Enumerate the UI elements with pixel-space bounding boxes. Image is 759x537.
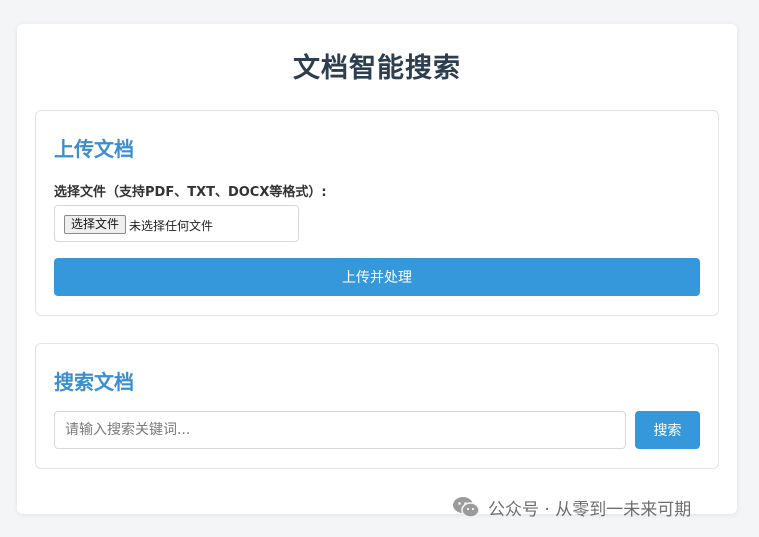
file-input[interactable]: 选择文件 未选择任何文件 [54, 205, 299, 242]
watermark-text: 公众号 · 从零到一未来可期 [488, 499, 692, 520]
page-title: 文档智能搜索 [293, 53, 461, 84]
file-label: 选择文件（支持PDF、TXT、DOCX等格式）: [54, 185, 327, 200]
upload-section-title: 上传文档 [54, 137, 134, 161]
search-section-title: 搜索文档 [54, 370, 134, 394]
search-button[interactable]: 搜索 [635, 411, 700, 449]
search-input[interactable] [54, 411, 626, 449]
file-status: 未选择任何文件 [129, 219, 214, 233]
wechat-icon [453, 497, 480, 518]
search-section: 搜索文档 搜索 [35, 343, 719, 469]
watermark: 公众号 · 从零到一未来可期 [452, 494, 691, 520]
upload-button[interactable]: 上传并处理 [54, 258, 700, 296]
main-card: 文档智能搜索 上传文档 选择文件（支持PDF、TXT、DOCX等格式）: 选择文… [17, 24, 737, 514]
upload-section: 上传文档 选择文件（支持PDF、TXT、DOCX等格式）: 选择文件 未选择任何… [35, 110, 719, 316]
choose-file-button[interactable]: 选择文件 [64, 215, 127, 234]
